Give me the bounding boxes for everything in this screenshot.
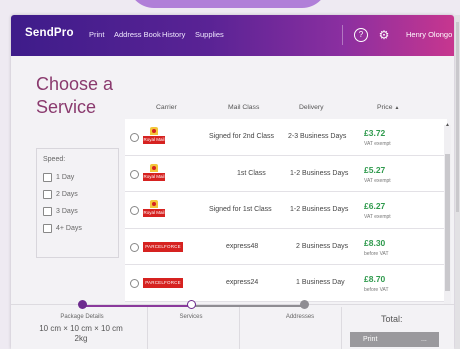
mail-class-cell: express24 (226, 279, 259, 286)
speed-option-label: 3 Days (56, 208, 78, 215)
carrier-logo-text: Royal Mail (143, 136, 165, 144)
mail-class-cell: 1st Class (237, 169, 266, 177)
table-row[interactable]: PARCELFORCE express48 2 Business Days £8… (125, 228, 447, 265)
crown-icon (150, 200, 158, 208)
royal-mail-logo: Royal Mail (143, 200, 165, 219)
nav-print[interactable]: Print (89, 30, 104, 39)
crown-icon (150, 127, 158, 135)
table-row[interactable]: Royal Mail 1st Class 1-2 Business Days £… (125, 155, 447, 192)
speed-option-label: 2 Days (56, 191, 78, 198)
speed-option-4plus-days[interactable]: 4+ Days (43, 220, 112, 237)
page-scrollbar-thumb[interactable] (456, 22, 459, 212)
help-icon[interactable]: ? (354, 28, 368, 42)
delivery-cell: 2 Business Days (296, 242, 349, 250)
price-cell: £8.70 (364, 274, 386, 284)
delivery-cell: 2-3 Business Days (288, 133, 347, 140)
speed-option-label: 4+ Days (56, 225, 82, 232)
top-navigation-bar: SendPro Print Address Book History Suppl… (11, 15, 454, 56)
print-button[interactable]: Print ... (350, 332, 439, 347)
column-header-price[interactable]: Price ▲ (377, 104, 399, 111)
vat-note: VAT exempt (364, 177, 391, 184)
price-cell: £3.72 (364, 128, 386, 138)
progress-line-pending (191, 305, 304, 307)
service-radio[interactable] (130, 169, 139, 179)
speed-option-3-days[interactable]: 3 Days (43, 203, 112, 220)
print-button-label: Print (363, 336, 378, 343)
speed-option-1-day[interactable]: 1 Day (43, 169, 112, 186)
step-dot-addresses[interactable] (300, 300, 309, 309)
price-header-label: Price (377, 104, 393, 111)
checkbox[interactable] (43, 224, 52, 233)
speed-filter-panel: Speed: 1 Day 2 Days 3 Days 4+ Days (36, 148, 119, 258)
carrier-logo-text: Royal Mail (143, 209, 165, 217)
sort-ascending-icon: ▲ (394, 105, 400, 111)
price-cell: £8.30 (364, 237, 386, 248)
total-label: Total: (381, 314, 403, 324)
services-table: Carrier Mail Class Delivery Price ▲ Royal… (125, 95, 454, 303)
royal-mail-logo: Royal Mail (143, 127, 165, 146)
table-header: Carrier Mail Class Delivery Price ▲ (125, 95, 454, 119)
step-dot-package-details[interactable] (78, 300, 87, 309)
delivery-cell: 1 Business Day (296, 279, 345, 286)
header-divider (342, 25, 343, 45)
vat-note: before VAT (364, 250, 389, 257)
step-dot-services[interactable] (187, 300, 196, 309)
crown-icon (150, 163, 158, 172)
progress-footer: Package Details Services Addresses 10 cm… (11, 300, 454, 349)
table-row[interactable]: Royal Mail Signed for 1st Class 1-2 Busi… (125, 192, 447, 229)
delivery-cell: 1-2 Business Days (290, 169, 349, 177)
package-dimensions: 10 cm × 10 cm × 10 cm (39, 324, 123, 333)
speed-option-label: 1 Day (56, 174, 75, 181)
step-label-addresses: Addresses (285, 314, 315, 320)
nav-supplies[interactable]: Supplies (195, 30, 224, 39)
vat-note: before VAT (364, 287, 389, 293)
checkbox[interactable] (43, 190, 52, 199)
table-scrollbar-thumb[interactable] (445, 154, 450, 291)
page-title: Choose a Service (36, 74, 114, 117)
package-weight: 2kg (74, 334, 88, 343)
mail-class-cell: express48 (226, 242, 259, 250)
service-radio[interactable] (130, 133, 139, 142)
service-radio[interactable] (130, 279, 139, 288)
scroll-up-arrow-icon[interactable]: ▲ (445, 122, 450, 128)
print-ellipsis: ... (421, 336, 427, 343)
royal-mail-logo: Royal Mail (143, 163, 165, 183)
parcelforce-logo: PARCELFORCE (143, 241, 183, 252)
speed-filter-title: Speed: (43, 156, 66, 163)
mail-class-cell: Signed for 2nd Class (209, 133, 274, 140)
carrier-logo-text: Royal Mail (143, 172, 165, 181)
mail-class-cell: Signed for 1st Class (209, 206, 272, 213)
user-menu[interactable]: Henry Olongo (406, 30, 452, 39)
column-header-mail-class[interactable]: Mail Class (228, 104, 259, 111)
service-radio[interactable] (130, 206, 139, 215)
table-row[interactable]: Royal Mail Signed for 2nd Class 2-3 Busi… (125, 119, 447, 156)
price-cell: £6.27 (364, 201, 386, 211)
app-window: SendPro Print Address Book History Suppl… (11, 15, 454, 349)
checkbox[interactable] (43, 173, 52, 182)
checkbox[interactable] (43, 207, 52, 216)
step-divider (147, 307, 148, 349)
step-label-package-details: Package Details (60, 314, 104, 320)
service-radio[interactable] (130, 242, 139, 252)
step-label-services: Services (179, 314, 203, 320)
column-header-carrier[interactable]: Carrier (156, 104, 177, 111)
package-summary: 10 cm × 10 cm × 10 cm 2kg (21, 324, 141, 344)
vat-note: VAT exempt (364, 141, 391, 147)
step-divider (239, 307, 240, 349)
table-body: Royal Mail Signed for 2nd Class 2-3 Busi… (125, 119, 454, 302)
table-row[interactable]: PARCELFORCE express24 1 Business Day £8.… (125, 265, 447, 302)
step-divider (341, 307, 342, 349)
delivery-cell: 1-2 Business Days (290, 206, 349, 213)
brand-logo[interactable]: SendPro (25, 27, 74, 39)
price-cell: £5.27 (364, 164, 386, 175)
speed-option-2-days[interactable]: 2 Days (43, 186, 112, 203)
parcelforce-logo: PARCELFORCE (143, 278, 183, 288)
column-header-delivery[interactable]: Delivery (299, 104, 324, 111)
nav-address-book[interactable]: Address Book (114, 30, 161, 39)
decorative-arc (128, 0, 328, 8)
vat-note: VAT exempt (364, 214, 391, 220)
gear-icon[interactable]: ⚙ (377, 28, 391, 42)
nav-history[interactable]: History (162, 30, 185, 39)
